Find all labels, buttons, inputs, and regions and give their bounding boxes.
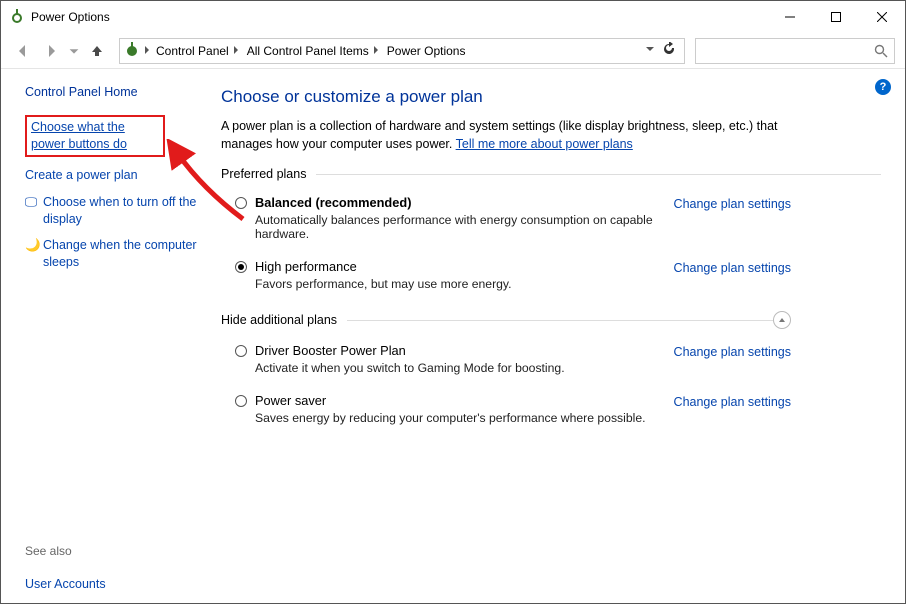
power-options-icon: [124, 41, 140, 60]
highlighted-callout: Choose what the power buttons do: [25, 115, 165, 157]
help-icon[interactable]: ?: [875, 79, 891, 95]
minimize-button[interactable]: [767, 1, 813, 33]
radio-unchecked[interactable]: [235, 345, 247, 357]
radio-unchecked[interactable]: [235, 197, 247, 209]
sidebar-home-link[interactable]: Control Panel Home: [25, 85, 197, 99]
address-bar[interactable]: Control Panel All Control Panel Items Po…: [119, 38, 685, 64]
chevron-down-icon[interactable]: [644, 43, 656, 58]
breadcrumb-item[interactable]: Control Panel: [154, 44, 243, 58]
sidebar-link-sleep[interactable]: 🌙 Change when the computer sleeps: [25, 237, 197, 271]
plan-balanced[interactable]: Balanced (recommended) Automatically bal…: [221, 191, 791, 255]
sidebar-link-create-plan[interactable]: Create a power plan: [25, 167, 197, 184]
chevron-right-icon: [142, 44, 152, 58]
change-plan-settings-link[interactable]: Change plan settings: [674, 395, 791, 409]
power-options-icon: [9, 8, 25, 27]
recent-dropdown[interactable]: [67, 39, 81, 63]
radio-checked[interactable]: [235, 261, 247, 273]
see-also-heading: See also: [25, 544, 197, 558]
forward-button[interactable]: [39, 39, 63, 63]
title-bar: Power Options: [1, 1, 905, 33]
sidebar: Control Panel Home Choose what the power…: [1, 69, 211, 603]
moon-icon: 🌙: [25, 237, 37, 271]
collapse-icon[interactable]: [773, 311, 791, 329]
radio-unchecked[interactable]: [235, 395, 247, 407]
breadcrumb-item[interactable]: All Control Panel Items: [245, 44, 383, 58]
change-plan-settings-link[interactable]: Change plan settings: [674, 261, 791, 275]
search-icon: [874, 44, 888, 58]
plan-high-performance[interactable]: High performance Favors performance, but…: [221, 255, 791, 305]
refresh-icon[interactable]: [662, 42, 676, 59]
breadcrumb-item[interactable]: Power Options: [385, 44, 468, 58]
plan-driver-booster[interactable]: Driver Booster Power Plan Activate it wh…: [221, 339, 791, 389]
plan-power-saver[interactable]: Power saver Saves energy by reducing you…: [221, 389, 791, 439]
page-title: Choose or customize a power plan: [221, 87, 881, 107]
display-icon: 🖵: [25, 194, 37, 228]
preferred-plans-heading: Preferred plans: [221, 167, 881, 181]
main-content: Choose or customize a power plan A power…: [211, 69, 905, 603]
search-input[interactable]: [695, 38, 895, 64]
change-plan-settings-link[interactable]: Change plan settings: [674, 345, 791, 359]
maximize-button[interactable]: [813, 1, 859, 33]
tell-me-more-link[interactable]: Tell me more about power plans: [456, 137, 633, 151]
change-plan-settings-link[interactable]: Change plan settings: [674, 197, 791, 211]
see-also-user-accounts[interactable]: User Accounts: [25, 576, 197, 593]
close-button[interactable]: [859, 1, 905, 33]
hide-additional-heading[interactable]: Hide additional plans: [221, 313, 773, 327]
page-description: A power plan is a collection of hardware…: [221, 117, 781, 153]
sidebar-link-power-buttons[interactable]: Choose what the power buttons do: [31, 119, 159, 153]
up-button[interactable]: [85, 39, 109, 63]
sidebar-link-turn-off-display[interactable]: 🖵 Choose when to turn off the display: [25, 194, 197, 228]
window-title: Power Options: [31, 10, 110, 24]
back-button[interactable]: [11, 39, 35, 63]
toolbar: Control Panel All Control Panel Items Po…: [1, 33, 905, 69]
